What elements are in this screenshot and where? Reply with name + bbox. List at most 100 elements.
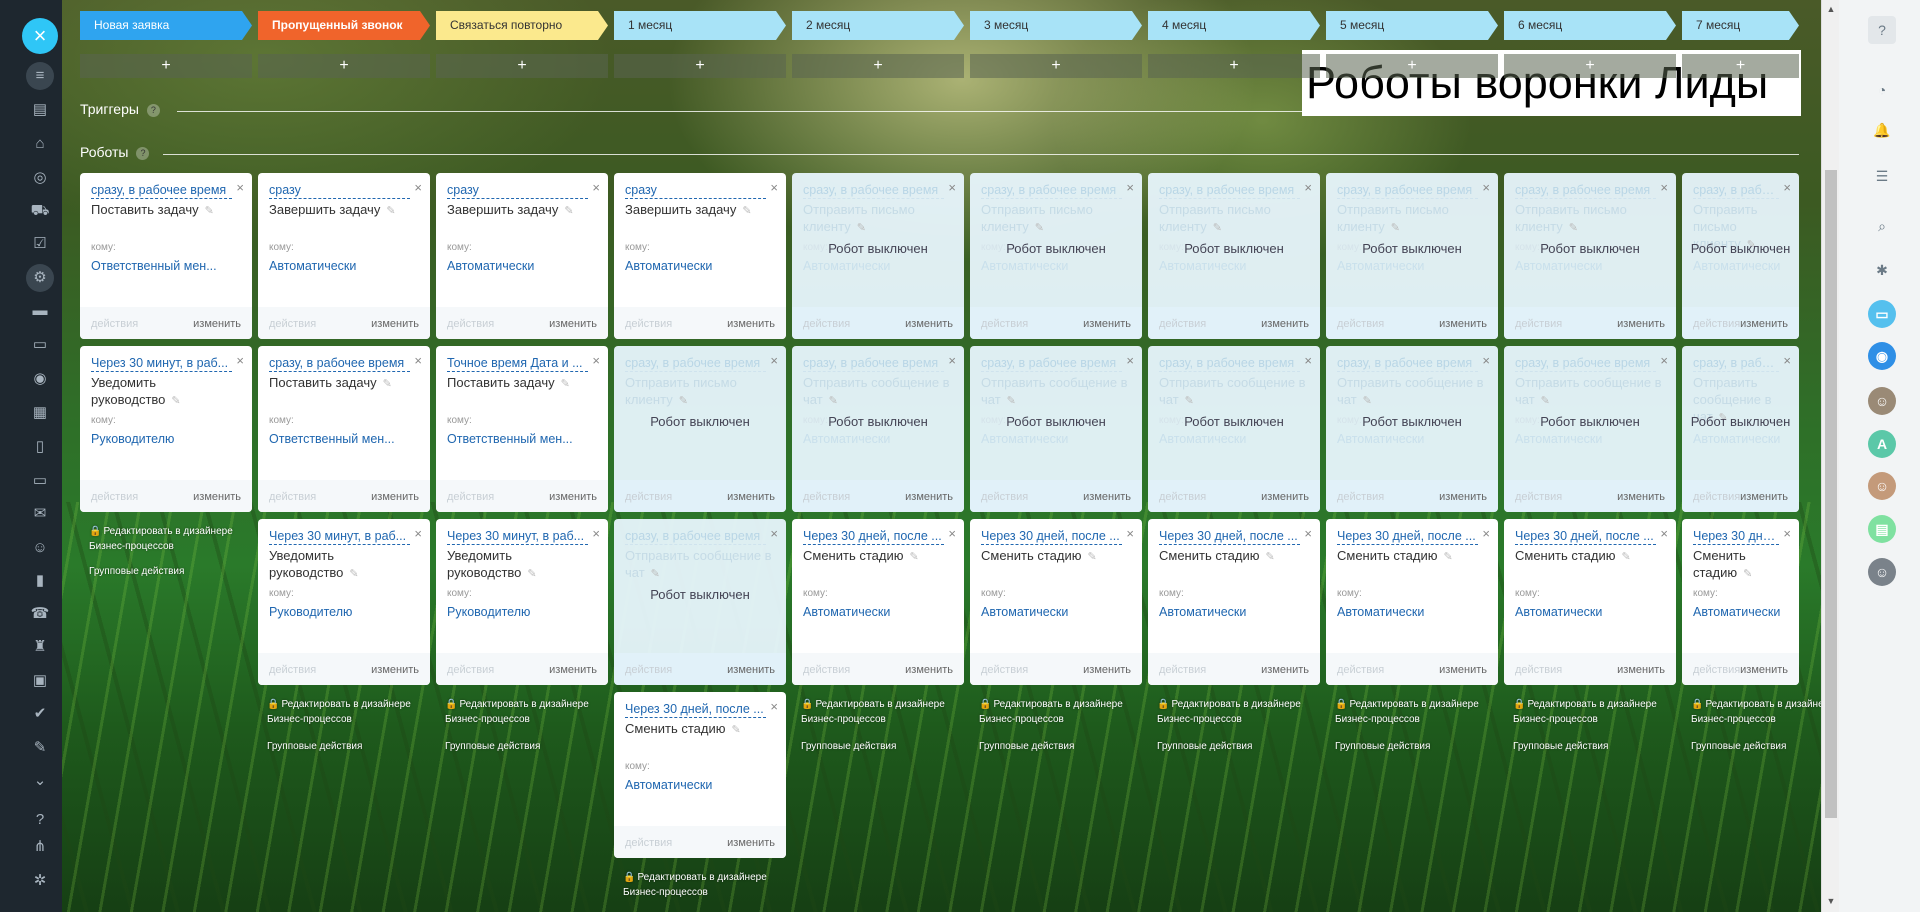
- robot-delay-link[interactable]: сразу, в рабочее время: [1337, 355, 1478, 372]
- stage-10[interactable]: 7 месяц: [1682, 11, 1799, 40]
- change-link[interactable]: изменить: [1617, 491, 1665, 503]
- more-icon[interactable]: ⌄: [26, 770, 54, 792]
- robot-card[interactable]: сразу, в рабочее время × Отправить сообщен…: [1148, 346, 1320, 512]
- page-scrollbar[interactable]: ▲ ▼: [1821, 0, 1839, 912]
- close-icon[interactable]: ×: [1126, 526, 1134, 541]
- robot-delay-link[interactable]: Через 30 дней, после ...: [1693, 528, 1779, 545]
- stage-4[interactable]: 1 месяц: [614, 11, 786, 40]
- group-actions-link[interactable]: Групповые действия: [445, 741, 540, 752]
- robot-card[interactable]: сразу, в рабочее время × Отправить сообщен…: [614, 519, 786, 685]
- scroll-down-icon[interactable]: ▼: [1825, 896, 1837, 906]
- scroll-thumb[interactable]: [1825, 170, 1837, 818]
- robot-card[interactable]: сразу × Завершить задачу ✎ кому: Автоматическ…: [614, 173, 786, 339]
- robot-card[interactable]: Через 30 дней, после ... × Сменить стадию✎…: [792, 519, 964, 685]
- recipient-value[interactable]: Автоматически: [447, 259, 534, 273]
- change-link[interactable]: изменить: [549, 664, 597, 676]
- stage-7[interactable]: 4 месяц: [1148, 11, 1320, 40]
- add-robot-button[interactable]: +: [80, 54, 252, 78]
- robot-delay-link[interactable]: Через 30 дней, после ...: [803, 528, 944, 545]
- change-link[interactable]: изменить: [1083, 491, 1131, 503]
- recipient-value[interactable]: Автоматически: [625, 778, 712, 792]
- pencil-icon[interactable]: ✎: [651, 568, 660, 580]
- robot-delay-link[interactable]: Через 30 минут, в раб...: [447, 528, 588, 545]
- help-icon[interactable]: ?: [26, 809, 54, 831]
- recipient-value[interactable]: Автоматически: [1693, 259, 1780, 273]
- document-icon[interactable]: ▬: [26, 300, 54, 322]
- recipient-value[interactable]: Ответственный мен...: [269, 432, 395, 446]
- pencil-icon[interactable]: ✎: [564, 205, 573, 217]
- pencil-icon[interactable]: ✎: [1621, 551, 1630, 563]
- edit-in-designer-link[interactable]: 🔒 Редактировать в дизайнере Бизнес-процесс…: [445, 697, 589, 727]
- group-actions-link[interactable]: Групповые действия: [1691, 741, 1786, 752]
- pencil-icon[interactable]: ✎: [1443, 551, 1452, 563]
- robot-card[interactable]: Через 30 дней, после ... × Сменить стадию✎…: [970, 519, 1142, 685]
- robot-delay-link[interactable]: сразу, в рабочее время: [91, 182, 232, 199]
- messenger-icon[interactable]: ☰: [1868, 162, 1896, 190]
- robot-delay-link[interactable]: сразу, в рабочее время: [981, 355, 1122, 372]
- recipient-value[interactable]: Автоматически: [1693, 605, 1780, 619]
- pencil-icon[interactable]: ✎: [1363, 395, 1372, 407]
- robot-card[interactable]: сразу, в рабочее время × Отправить письмо …: [1326, 173, 1498, 339]
- pencil-icon[interactable]: ✎: [349, 568, 358, 580]
- home-icon[interactable]: ⌂: [26, 133, 54, 155]
- robot-card[interactable]: сразу × Завершить задачу ✎ кому: Автоматическ…: [258, 173, 430, 339]
- robot-delay-link[interactable]: сразу: [625, 182, 766, 199]
- filter-icon[interactable]: ≡: [26, 62, 54, 90]
- pencil-icon[interactable]: ✎: [205, 205, 214, 217]
- close-icon[interactable]: ×: [414, 353, 422, 368]
- add-robot-button[interactable]: +: [614, 54, 786, 78]
- pencil-icon[interactable]: ✎: [383, 378, 392, 390]
- pencil-icon[interactable]: ✎: [829, 395, 838, 407]
- target-icon[interactable]: ◎: [26, 167, 54, 189]
- recipient-value[interactable]: Автоматически: [981, 432, 1068, 446]
- pencil-icon[interactable]: ✎: [679, 395, 688, 407]
- robot-card[interactable]: сразу, в рабочее время × Отправить сообщен…: [792, 346, 964, 512]
- pencil-icon[interactable]: ✎: [1569, 222, 1578, 234]
- close-icon[interactable]: ×: [414, 180, 422, 195]
- help-icon[interactable]: ?: [136, 147, 150, 160]
- robot-card[interactable]: сразу, в рабочее время × Отправить сообщен…: [1326, 346, 1498, 512]
- robot-delay-link[interactable]: сразу, в рабочее время: [1515, 182, 1656, 199]
- robot-card[interactable]: Через 30 дней, после ... × Сменить стадию✎…: [1148, 519, 1320, 685]
- close-icon[interactable]: ×: [414, 526, 422, 541]
- pencil-icon[interactable]: ✎: [909, 551, 918, 563]
- pencil-icon[interactable]: ✎: [1007, 395, 1016, 407]
- edit-in-designer-link[interactable]: 🔒 Редактировать в дизайнере Бизнес-процесс…: [1513, 697, 1657, 727]
- change-link[interactable]: изменить: [905, 491, 953, 503]
- close-icon[interactable]: ×: [1304, 353, 1312, 368]
- chat-bubble-icon[interactable]: ▭: [1868, 300, 1896, 328]
- close-icon[interactable]: ×: [592, 526, 600, 541]
- change-link[interactable]: изменить: [1261, 491, 1309, 503]
- change-link[interactable]: изменить: [193, 318, 241, 330]
- edit-in-designer-link[interactable]: 🔒 Редактировать в дизайнере Бизнес-процесс…: [89, 524, 233, 554]
- bug-icon[interactable]: ✱: [1868, 256, 1896, 284]
- close-icon[interactable]: ×: [1783, 180, 1791, 195]
- close-icon[interactable]: ×: [770, 526, 778, 541]
- robot-card[interactable]: Точное время Дата и ... × Поставить задачу…: [436, 346, 608, 512]
- add-robot-button[interactable]: +: [436, 54, 608, 78]
- group-actions-link[interactable]: Групповые действия: [1335, 741, 1430, 752]
- change-link[interactable]: изменить: [1261, 318, 1309, 330]
- close-icon[interactable]: ×: [1482, 180, 1490, 195]
- edit-in-designer-link[interactable]: 🔒 Редактировать в дизайнере Бизнес-процесс…: [1335, 697, 1479, 727]
- settings-icon[interactable]: ✲: [26, 870, 54, 892]
- close-icon[interactable]: ×: [1126, 180, 1134, 195]
- search-icon[interactable]: ⌕: [1868, 212, 1896, 240]
- change-link[interactable]: изменить: [905, 318, 953, 330]
- add-robot-button[interactable]: +: [1504, 54, 1676, 78]
- pencil-icon[interactable]: ✎: [731, 724, 740, 736]
- note-icon[interactable]: ▤: [1868, 515, 1896, 543]
- stage-6[interactable]: 3 месяц: [970, 11, 1142, 40]
- recipient-value[interactable]: Автоматически: [803, 432, 890, 446]
- robot-icon[interactable]: ♜: [26, 636, 54, 658]
- robot-delay-link[interactable]: сразу, в рабочее время: [1159, 182, 1300, 199]
- owl-avatar[interactable]: ◉: [1868, 342, 1896, 370]
- close-icon[interactable]: ×: [592, 180, 600, 195]
- close-icon[interactable]: ×: [948, 526, 956, 541]
- change-link[interactable]: изменить: [1439, 491, 1487, 503]
- user-avatar-2[interactable]: ☺: [1868, 472, 1896, 500]
- robot-delay-link[interactable]: сразу: [269, 182, 410, 199]
- add-robot-button[interactable]: +: [1682, 54, 1799, 78]
- change-link[interactable]: изменить: [1439, 664, 1487, 676]
- add-robot-button[interactable]: +: [1326, 54, 1498, 78]
